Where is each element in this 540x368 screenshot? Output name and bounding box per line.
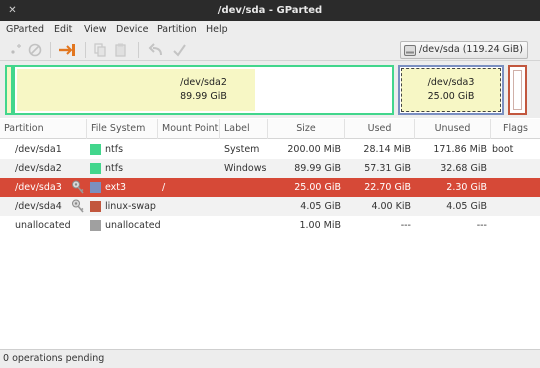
delete-icon[interactable]: [28, 43, 43, 57]
hard-disk-icon: [404, 45, 416, 56]
cell-size: 1.00 MiB: [299, 220, 341, 231]
column-header-partition[interactable]: Partition: [0, 119, 87, 139]
window-title: /dev/sda - GParted: [217, 5, 323, 16]
cell-unused: 4.05 GiB: [446, 201, 487, 212]
filesystem-color-swatch: [90, 182, 101, 193]
key-icon: [71, 180, 85, 195]
menu-device[interactable]: Device: [116, 21, 149, 39]
cell-filesystem: ntfs: [105, 163, 124, 174]
partition-table: Partition File System Mount Point Label …: [0, 119, 540, 349]
status-bar: 0 operations pending: [0, 349, 540, 368]
key-icon: [71, 199, 85, 214]
apply-icon[interactable]: [172, 43, 187, 57]
column-header-unused[interactable]: Unused: [415, 119, 491, 139]
column-header-flags[interactable]: Flags: [491, 119, 540, 139]
cell-unused: 171.86 MiB: [433, 144, 487, 155]
toolbar-separator: [50, 42, 51, 58]
cell-size: 25.00 GiB: [294, 182, 341, 193]
partition-block-name: /dev/sda2: [180, 77, 227, 88]
cell-unused: 32.68 GiB: [440, 163, 487, 174]
column-header-label[interactable]: Label: [220, 119, 268, 139]
cell-partition: /dev/sda4: [15, 201, 62, 212]
cell-filesystem: linux-swap: [105, 201, 156, 212]
cell-filesystem: ntfs: [105, 144, 124, 155]
toolbar-separator: [85, 42, 86, 58]
menu-edit[interactable]: Edit: [54, 21, 72, 39]
partition-block-sda2[interactable]: /dev/sda2 89.99 GiB: [13, 65, 394, 115]
undo-icon[interactable]: [148, 43, 163, 57]
filesystem-color-swatch: [90, 163, 101, 174]
table-row[interactable]: /dev/sda1 ntfs System 200.00 MiB 28.14 M…: [0, 140, 540, 159]
cell-partition: /dev/sda3: [15, 182, 62, 193]
cell-used: 22.70 GiB: [364, 182, 411, 193]
title-bar: ✕ /dev/sda - GParted: [0, 0, 540, 21]
status-text: 0 operations pending: [3, 353, 105, 364]
cell-flags: boot: [492, 144, 514, 155]
resize-move-icon[interactable]: [58, 43, 75, 57]
menu-bar: GParted Edit View Device Partition Help: [0, 21, 540, 39]
menu-partition[interactable]: Partition: [157, 21, 197, 39]
device-selector-label: /dev/sda (119.24 GiB): [419, 44, 523, 55]
table-row-selected[interactable]: /dev/sda3 ext3 / 25.00 GiB 22.70 GiB 2.3…: [0, 178, 540, 197]
cell-size: 200.00 MiB: [287, 144, 341, 155]
device-selector[interactable]: /dev/sda (119.24 GiB): [400, 41, 528, 59]
cell-used: 57.31 GiB: [364, 163, 411, 174]
cell-partition: /dev/sda1: [15, 144, 62, 155]
column-header-size[interactable]: Size: [268, 119, 345, 139]
column-header-used[interactable]: Used: [345, 119, 415, 139]
disk-map: /dev/sda2 89.99 GiB /dev/sda3 25.00 GiB: [0, 61, 540, 118]
table-row[interactable]: /dev/sda2 ntfs Windows 89.99 GiB 57.31 G…: [0, 159, 540, 178]
toolbar-separator: [138, 42, 139, 58]
partition-block-size: 25.00 GiB: [427, 91, 475, 102]
cell-unused: ---: [476, 220, 487, 231]
column-header-mountpoint[interactable]: Mount Point: [158, 119, 220, 139]
menu-help[interactable]: Help: [206, 21, 228, 39]
filesystem-color-swatch: [90, 220, 101, 231]
cell-mountpoint: /: [162, 182, 166, 193]
cell-size: 4.05 GiB: [300, 201, 341, 212]
partition-used-fill: [513, 70, 522, 110]
cell-filesystem: ext3: [105, 182, 127, 193]
cell-used: ---: [400, 220, 411, 231]
cell-size: 89.99 GiB: [294, 163, 341, 174]
table-row[interactable]: unallocated unallocated 1.00 MiB --- ---: [0, 216, 540, 235]
copy-icon[interactable]: [93, 43, 108, 57]
menu-view[interactable]: View: [84, 21, 107, 39]
cell-unused: 2.30 GiB: [446, 182, 487, 193]
partition-block-name: /dev/sda3: [427, 77, 475, 88]
filesystem-color-swatch: [90, 144, 101, 155]
table-header: Partition File System Mount Point Label …: [0, 119, 540, 139]
filesystem-color-swatch: [90, 201, 101, 212]
partition-block-sda3[interactable]: /dev/sda3 25.00 GiB: [398, 65, 504, 115]
new-icon[interactable]: [8, 43, 23, 57]
partition-block-size: 89.99 GiB: [180, 91, 227, 102]
table-row[interactable]: /dev/sda4 linux-swap 4.05 GiB 4.00 KiB 4…: [0, 197, 540, 216]
toolbar: /dev/sda (119.24 GiB): [0, 39, 540, 61]
cell-label: Windows: [224, 163, 267, 174]
column-header-filesystem[interactable]: File System: [87, 119, 158, 139]
menu-gparted[interactable]: GParted: [6, 21, 44, 39]
cell-filesystem: unallocated: [105, 220, 161, 231]
cell-partition: /dev/sda2: [15, 163, 62, 174]
cell-label: System: [224, 144, 260, 155]
cell-used: 28.14 MiB: [363, 144, 411, 155]
cell-used: 4.00 KiB: [371, 201, 411, 212]
cell-partition: unallocated: [15, 220, 71, 231]
partition-block-sda4[interactable]: [508, 65, 527, 115]
partition-block-sda1[interactable]: [5, 65, 13, 115]
paste-icon[interactable]: [114, 43, 129, 57]
